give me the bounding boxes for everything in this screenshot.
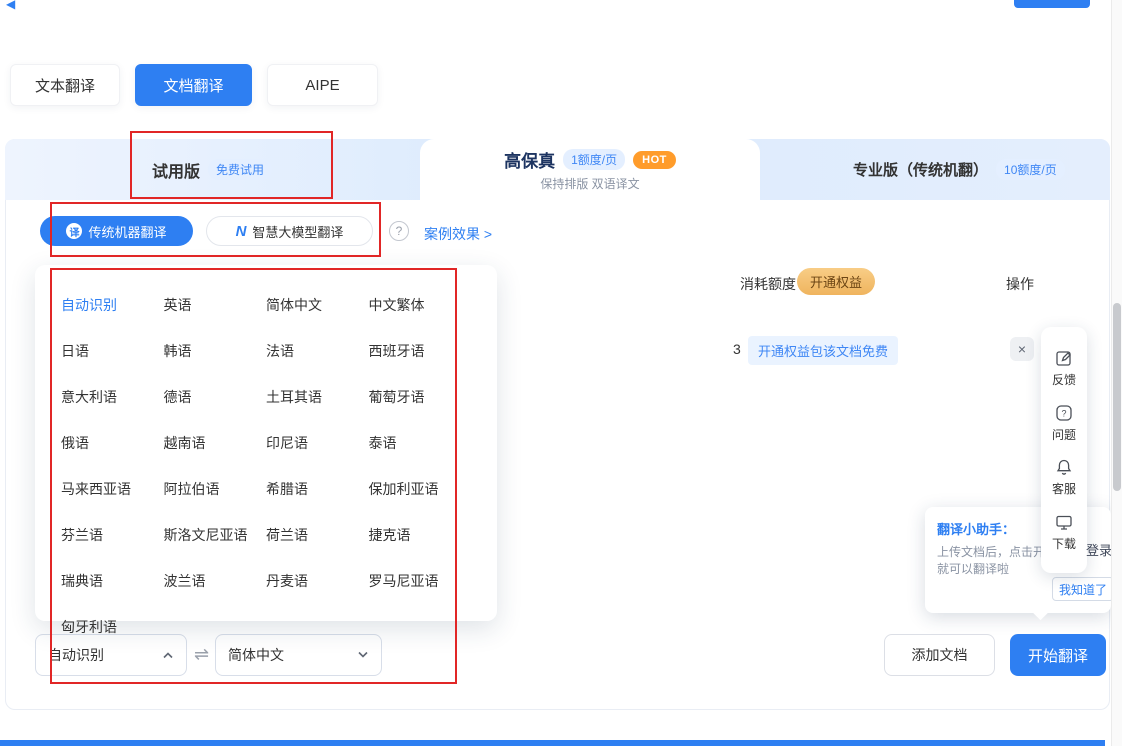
support-label: 客服	[1052, 480, 1076, 497]
language-option[interactable]: 越南语	[164, 433, 267, 453]
plan-tab-trial[interactable]: 试用版 免费试用	[152, 139, 272, 200]
document-row-credits: 3	[733, 341, 741, 357]
svg-text:?: ?	[1061, 408, 1066, 418]
add-document-button[interactable]: 添加文档	[884, 634, 995, 676]
language-option[interactable]: 斯洛文尼亚语	[164, 525, 267, 545]
download-item[interactable]: 下载	[1052, 512, 1076, 552]
professional-title: 专业版（传统机翻）	[853, 159, 988, 180]
language-option[interactable]: 阿拉伯语	[164, 479, 267, 499]
support-icon	[1054, 457, 1074, 477]
question-icon: ?	[1054, 403, 1074, 423]
engine-smart-model-button[interactable]: N 智慧大模型翻译	[206, 216, 373, 246]
help-icon[interactable]: ?	[389, 221, 409, 241]
language-option[interactable]: 韩语	[164, 341, 267, 361]
language-option[interactable]: 马来西亚语	[61, 479, 164, 499]
language-option[interactable]: 意大利语	[61, 387, 164, 407]
language-option[interactable]: 中文繁体	[369, 295, 472, 315]
activate-benefits-button[interactable]: 开通权益	[797, 268, 875, 295]
language-option[interactable]: 匈牙利语	[61, 617, 164, 637]
tab-text-translate[interactable]: 文本翻译	[10, 64, 120, 106]
language-option[interactable]: 荷兰语	[266, 525, 369, 545]
language-option[interactable]: 瑞典语	[61, 571, 164, 591]
engine-smart-label: 智慧大模型翻译	[252, 222, 343, 241]
start-translate-button[interactable]: 开始翻译	[1010, 634, 1106, 676]
feedback-item[interactable]: 反馈	[1052, 348, 1076, 388]
back-icon[interactable]: ◀	[6, 0, 15, 11]
question-item[interactable]: ? 问题	[1052, 403, 1076, 443]
scrollbar-thumb[interactable]	[1113, 303, 1121, 491]
professional-price-badge: 10额度/页	[996, 159, 1065, 180]
high-fidelity-subtitle: 保持排版 双语译文	[540, 175, 639, 192]
language-option[interactable]: 希腊语	[266, 479, 369, 499]
ai-model-icon: N	[236, 223, 247, 240]
document-row-benefit-note[interactable]: 开通权益包该文档免费	[748, 336, 898, 365]
chevron-up-icon	[162, 651, 174, 659]
language-option[interactable]: 波兰语	[164, 571, 267, 591]
language-option[interactable]: 法语	[266, 341, 369, 361]
high-fidelity-price-badge: 1额度/页	[563, 149, 625, 170]
source-language-select[interactable]: 自动识别	[35, 634, 187, 676]
source-language-value: 自动识别	[48, 645, 104, 665]
scrollbar-track	[1111, 0, 1122, 746]
swap-languages-icon[interactable]: ⇌	[194, 644, 209, 665]
login-link[interactable]: 登录	[1086, 540, 1112, 559]
language-option[interactable]: 德语	[164, 387, 267, 407]
translate-engine-icon: 译	[66, 223, 82, 239]
language-option[interactable]: 丹麦语	[266, 571, 369, 591]
engine-traditional-button[interactable]: 译 传统机器翻译	[40, 216, 193, 246]
tab-document-translate[interactable]: 文档翻译	[135, 64, 252, 106]
language-menu: 自动识别英语简体中文中文繁体日语韩语法语西班牙语意大利语德语土耳其语葡萄牙语俄语…	[35, 265, 497, 621]
column-header-actions: 操作	[1006, 274, 1034, 294]
case-examples-link[interactable]: 案例效果 >	[424, 224, 492, 244]
download-label: 下载	[1052, 535, 1076, 552]
top-right-button[interactable]	[1014, 0, 1090, 8]
engine-traditional-label: 传统机器翻译	[88, 222, 166, 241]
page: ◀ 文本翻译 文档翻译 AIPE 试用版 免费试用 高保真 1额度/页 HOT …	[0, 0, 1122, 746]
language-option[interactable]: 芬兰语	[61, 525, 164, 545]
floating-toolbar: 反馈 ? 问题 客服 下载	[1041, 327, 1087, 573]
remove-document-button[interactable]: ×	[1010, 337, 1034, 361]
high-fidelity-title: 高保真	[504, 147, 555, 172]
feedback-label: 反馈	[1052, 371, 1076, 388]
chevron-down-icon	[357, 651, 369, 659]
support-item[interactable]: 客服	[1052, 457, 1076, 497]
language-option[interactable]: 葡萄牙语	[369, 387, 472, 407]
trial-free-badge: 免费试用	[208, 159, 272, 180]
language-option[interactable]: 土耳其语	[266, 387, 369, 407]
feedback-icon	[1054, 348, 1074, 368]
language-option[interactable]: 捷克语	[369, 525, 472, 545]
bottom-blue-bar	[0, 740, 1105, 746]
language-option[interactable]: 罗马尼亚语	[369, 571, 472, 591]
language-option[interactable]: 自动识别	[61, 295, 164, 315]
language-option[interactable]: 日语	[61, 341, 164, 361]
assistant-confirm-button[interactable]: 我知道了	[1052, 577, 1114, 601]
high-fidelity-header: 高保真 1额度/页 HOT	[504, 147, 676, 172]
language-option[interactable]: 俄语	[61, 433, 164, 453]
language-option[interactable]: 英语	[164, 295, 267, 315]
trial-title: 试用版	[152, 158, 200, 182]
language-option[interactable]: 泰语	[369, 433, 472, 453]
language-option[interactable]: 简体中文	[266, 295, 369, 315]
hot-badge: HOT	[633, 151, 676, 169]
tab-aipe[interactable]: AIPE	[267, 64, 378, 106]
language-option[interactable]: 印尼语	[266, 433, 369, 453]
target-language-select[interactable]: 简体中文	[215, 634, 382, 676]
target-language-value: 简体中文	[228, 645, 284, 665]
plan-tab-high-fidelity[interactable]: 高保真 1额度/页 HOT 保持排版 双语译文	[420, 139, 760, 200]
question-label: 问题	[1052, 426, 1076, 443]
download-icon	[1054, 512, 1074, 532]
column-header-credits: 消耗额度	[740, 274, 796, 294]
plan-tab-professional[interactable]: 专业版（传统机翻） 10额度/页	[853, 139, 1065, 200]
language-option[interactable]: 保加利亚语	[369, 479, 472, 499]
language-option[interactable]: 西班牙语	[369, 341, 472, 361]
